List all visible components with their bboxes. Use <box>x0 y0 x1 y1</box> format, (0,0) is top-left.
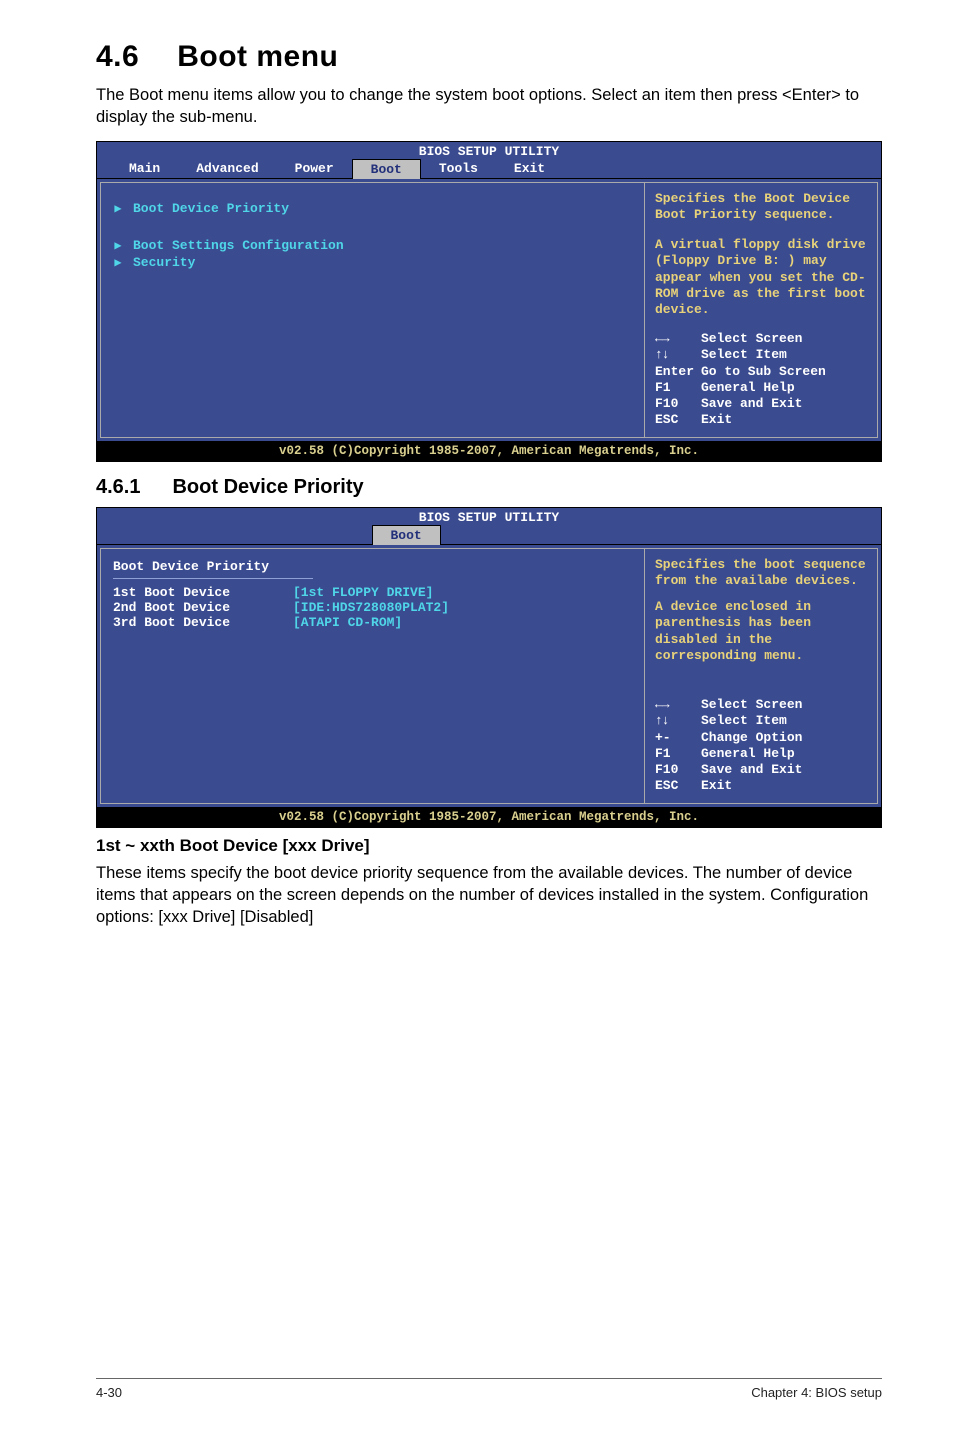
page-footer: 4-30 Chapter 4: BIOS setup <box>96 1378 882 1400</box>
key-desc: Go to Sub Screen <box>701 364 826 379</box>
section-number: 4.6 <box>96 40 139 74</box>
menu-boot-device-priority[interactable]: ▶ Boot Device Priority <box>113 201 632 216</box>
key-label: F1 <box>655 746 701 762</box>
key-desc: General Help <box>701 380 795 395</box>
row-value: [1st FLOPPY DRIVE] <box>293 585 433 600</box>
arrows-lr-icon <box>655 331 701 347</box>
bios-title: BIOS SETUP UTILITY <box>97 142 881 159</box>
key-desc: Select Item <box>701 347 787 362</box>
bios-copyright: v02.58 (C)Copyright 1985-2007, American … <box>97 441 881 461</box>
section-title: Boot menu <box>177 40 338 74</box>
key-desc: Select Item <box>701 713 787 728</box>
key-label: F1 <box>655 380 701 396</box>
section-heading: 4.6 Boot menu <box>96 40 882 74</box>
key-desc: Change Option <box>701 730 802 745</box>
key-label: ESC <box>655 412 701 428</box>
key-label: F10 <box>655 396 701 412</box>
option-heading: 1st ~ xxth Boot Device [xxx Drive] <box>96 836 882 856</box>
bios-tabs-single: Boot <box>97 525 881 544</box>
bios-right-panel: Specifies the Boot Device Boot Priority … <box>644 182 878 438</box>
divider <box>113 578 313 579</box>
key-desc: Save and Exit <box>701 762 802 777</box>
submenu-arrow-icon: ▶ <box>113 201 123 216</box>
boot-device-row-3[interactable]: 3rd Boot Device [ATAPI CD-ROM] <box>113 615 632 630</box>
boot-device-row-1[interactable]: 1st Boot Device [1st FLOPPY DRIVE] <box>113 585 632 600</box>
submenu-arrow-icon: ▶ <box>113 238 123 253</box>
help-text-mid: A device enclosed in parenthesis has bee… <box>655 599 867 664</box>
tab-boot[interactable]: Boot <box>352 159 421 179</box>
subsection-title: Boot Device Priority <box>172 476 363 499</box>
arrows-ud-icon <box>655 713 701 729</box>
key-label: ESC <box>655 778 701 794</box>
option-description: These items specify the boot device prio… <box>96 862 882 929</box>
help-text-top: Specifies the Boot Device Boot Priority … <box>655 191 867 224</box>
menu-label: Boot Settings Configuration <box>133 238 344 253</box>
submenu-arrow-icon: ▶ <box>113 255 123 270</box>
tab-exit[interactable]: Exit <box>496 159 563 178</box>
row-value: [IDE:HDS728080PLAT2] <box>293 600 449 615</box>
tab-advanced[interactable]: Advanced <box>178 159 276 178</box>
key-desc: Select Screen <box>701 697 802 712</box>
key-desc: Exit <box>701 778 732 793</box>
row-value: [ATAPI CD-ROM] <box>293 615 402 630</box>
help-keys: Select Screen Select Item +-Change Optio… <box>655 697 867 795</box>
row-label: 1st Boot Device <box>113 585 293 600</box>
key-label: +- <box>655 730 701 746</box>
menu-boot-settings-configuration[interactable]: ▶ Boot Settings Configuration <box>113 238 632 253</box>
bios-title: BIOS SETUP UTILITY <box>97 508 881 525</box>
tab-power[interactable]: Power <box>277 159 352 178</box>
bios-right-panel: Specifies the boot sequence from the ava… <box>644 548 878 804</box>
bios-left-panel: ▶ Boot Device Priority ▶ Boot Settings C… <box>100 182 644 438</box>
key-label: F10 <box>655 762 701 778</box>
help-text-mid: A virtual floppy disk drive (Floppy Driv… <box>655 237 867 318</box>
tab-tools[interactable]: Tools <box>421 159 496 178</box>
arrows-lr-icon <box>655 697 701 713</box>
key-desc: Select Screen <box>701 331 802 346</box>
bios-screenshot-boot-device-priority: BIOS SETUP UTILITY Boot Boot Device Prio… <box>96 507 882 828</box>
arrows-ud-icon <box>655 347 701 363</box>
page-number: 4-30 <box>96 1385 122 1400</box>
menu-label: Security <box>133 255 195 270</box>
bios-copyright: v02.58 (C)Copyright 1985-2007, American … <box>97 807 881 827</box>
menu-security[interactable]: ▶ Security <box>113 255 632 270</box>
row-label: 3rd Boot Device <box>113 615 293 630</box>
bios-screenshot-boot-menu: BIOS SETUP UTILITY Main Advanced Power B… <box>96 141 882 462</box>
subsection-heading: 4.6.1 Boot Device Priority <box>96 476 882 499</box>
help-text-top: Specifies the boot sequence from the ava… <box>655 557 867 590</box>
panel-heading: Boot Device Priority <box>113 559 632 574</box>
key-desc: Save and Exit <box>701 396 802 411</box>
tab-main[interactable]: Main <box>111 159 178 178</box>
key-label: Enter <box>655 364 701 380</box>
chapter-label: Chapter 4: BIOS setup <box>751 1385 882 1400</box>
bios-tabs: Main Advanced Power Boot Tools Exit <box>97 159 881 178</box>
subsection-number: 4.6.1 <box>96 476 140 499</box>
row-label: 2nd Boot Device <box>113 600 293 615</box>
bios-left-panel: Boot Device Priority 1st Boot Device [1s… <box>100 548 644 804</box>
boot-device-row-2[interactable]: 2nd Boot Device [IDE:HDS728080PLAT2] <box>113 600 632 615</box>
help-keys: Select Screen Select Item EnterGo to Sub… <box>655 331 867 429</box>
intro-paragraph: The Boot menu items allow you to change … <box>96 84 882 129</box>
key-desc: General Help <box>701 746 795 761</box>
key-desc: Exit <box>701 412 732 427</box>
tab-boot[interactable]: Boot <box>372 525 441 545</box>
menu-label: Boot Device Priority <box>133 201 289 216</box>
